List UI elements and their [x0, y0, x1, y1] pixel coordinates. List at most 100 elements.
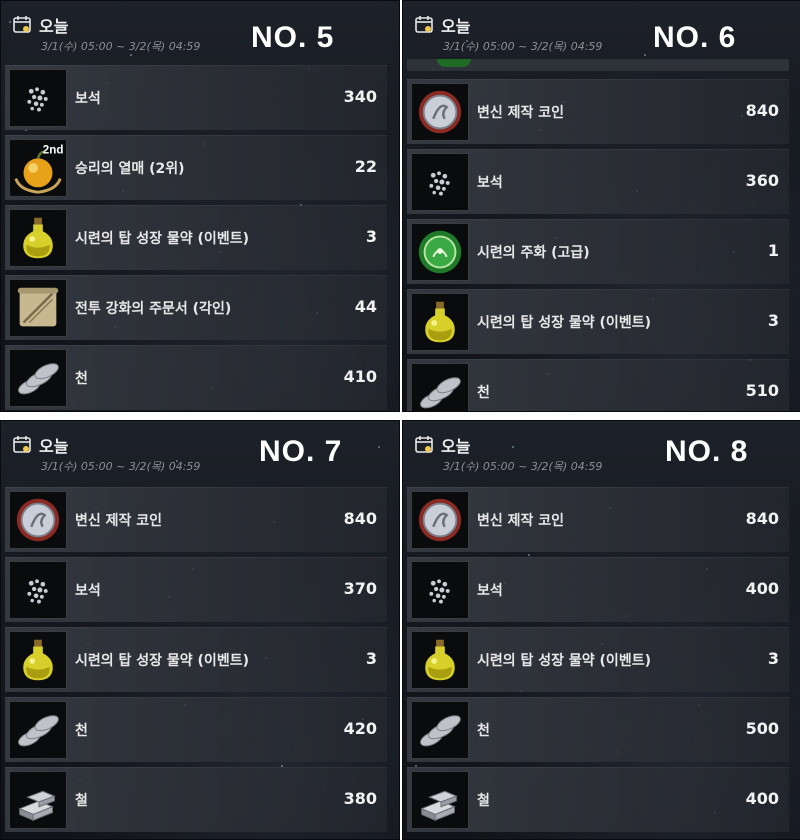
date-range: 3/1(수) 05:00 ~ 3/2(목) 04:59: [41, 40, 201, 53]
today-title: 오늘: [441, 17, 471, 36]
potion-icon: [9, 631, 67, 689]
item-name: 보석: [477, 583, 503, 599]
item-name: 시련의 주화 (고급): [477, 245, 590, 261]
transform-coin-icon: [411, 491, 469, 549]
item-name: 보석: [477, 175, 503, 191]
reward-row[interactable]: 시련의 탑 성장 물약 (이벤트) 3: [407, 289, 789, 354]
item-quantity: 340: [343, 87, 377, 106]
reward-row[interactable]: 시련의 탑 성장 물약 (이벤트) 3: [5, 205, 387, 270]
reward-row[interactable]: 천 410: [5, 345, 387, 410]
calendar-icon: [13, 15, 31, 33]
potion-icon: [411, 631, 469, 689]
calendar-icon: [13, 435, 31, 453]
potion-icon: [411, 293, 469, 351]
item-quantity: 370: [343, 579, 377, 598]
item-quantity: 420: [343, 719, 377, 738]
reward-list: 변신 제작 코인 840 보석 400 시련의 탑 성장 물약 (이벤트) 3 …: [407, 487, 789, 837]
item-quantity: 3: [767, 311, 779, 330]
reward-row[interactable]: 보석 360: [407, 149, 789, 214]
svg-text:2nd: 2nd: [43, 145, 64, 157]
item-quantity: 1: [767, 241, 779, 260]
trial-coin-icon: [437, 59, 471, 67]
item-name: 보석: [75, 583, 101, 599]
item-name: 전투 강화의 주문서 (각인): [75, 301, 232, 317]
reward-panel-no6: 오늘 3/1(수) 05:00 ~ 3/2(목) 04:59 NO. 6 변신 …: [402, 0, 800, 412]
item-name: 시련의 탑 성장 물약 (이벤트): [477, 653, 651, 669]
gems-icon: [411, 561, 469, 619]
gems-icon: [9, 561, 67, 619]
item-name: 시련의 탑 성장 물약 (이벤트): [477, 315, 651, 331]
item-quantity: 840: [745, 509, 779, 528]
reward-row[interactable]: 천 420: [5, 697, 387, 762]
reward-row[interactable]: 전투 강화의 주문서 (각인) 44: [5, 275, 387, 340]
item-quantity: 360: [745, 171, 779, 190]
item-quantity: 380: [343, 789, 377, 808]
item-quantity: 400: [745, 789, 779, 808]
partial-row-top: [407, 59, 789, 71]
cloth-icon: [411, 363, 469, 411]
reward-row[interactable]: 철 400: [407, 767, 789, 832]
gems-icon: [411, 153, 469, 211]
iron-icon: [9, 771, 67, 829]
item-quantity: 840: [343, 509, 377, 528]
reward-row[interactable]: 시련의 탑 성장 물약 (이벤트) 3: [407, 627, 789, 692]
item-quantity: 22: [354, 157, 377, 176]
panel-header: 오늘 3/1(수) 05:00 ~ 3/2(목) 04:59: [403, 1, 800, 61]
reward-row[interactable]: 시련의 주화 (고급) 1: [407, 219, 789, 284]
item-name: 변신 제작 코인: [477, 513, 565, 529]
reward-list: 보석 340 2nd 승리의 열매 (2위) 22 시련의 탑 성장 물약 (이…: [5, 65, 387, 411]
reward-row[interactable]: 천 500: [407, 697, 789, 762]
today-title: 오늘: [441, 437, 471, 456]
calendar-icon: [415, 435, 433, 453]
transform-coin-icon: [411, 83, 469, 141]
item-name: 철: [477, 793, 490, 809]
item-name: 변신 제작 코인: [477, 105, 565, 121]
item-name: 승리의 열매 (2위): [75, 161, 185, 177]
item-name: 시련의 탑 성장 물약 (이벤트): [75, 231, 249, 247]
iron-icon: [411, 771, 469, 829]
item-name: 천: [75, 723, 88, 739]
scroll-icon: [9, 279, 67, 337]
reward-row[interactable]: 2nd 승리의 열매 (2위) 22: [5, 135, 387, 200]
reward-row[interactable]: 보석 370: [5, 557, 387, 622]
date-range: 3/1(수) 05:00 ~ 3/2(목) 04:59: [41, 460, 201, 473]
reward-row[interactable]: 천 510: [407, 359, 789, 411]
reward-panel-no5: 오늘 3/1(수) 05:00 ~ 3/2(목) 04:59 NO. 5 보석 …: [0, 0, 400, 412]
item-quantity: 510: [745, 381, 779, 400]
cloth-icon: [411, 701, 469, 759]
cloth-icon: [9, 349, 67, 407]
reward-row[interactable]: 시련의 탑 성장 물약 (이벤트) 3: [5, 627, 387, 692]
panel-header: 오늘 3/1(수) 05:00 ~ 3/2(목) 04:59: [1, 1, 399, 61]
reward-row[interactable]: 변신 제작 코인 840: [5, 487, 387, 552]
victory-fruit-icon: 2nd: [9, 139, 67, 197]
reward-list: 변신 제작 코인 840 보석 370 시련의 탑 성장 물약 (이벤트) 3 …: [5, 487, 387, 837]
item-name: 변신 제작 코인: [75, 513, 163, 529]
panel-number-label: NO. 6: [653, 21, 737, 54]
calendar-icon: [415, 15, 433, 33]
panel-number-label: NO. 5: [251, 21, 335, 54]
item-name: 천: [75, 371, 88, 387]
reward-panel-no8: 오늘 3/1(수) 05:00 ~ 3/2(목) 04:59 NO. 8 변신 …: [402, 420, 800, 840]
item-name: 천: [477, 385, 490, 401]
cloth-icon: [9, 701, 67, 759]
reward-row[interactable]: 보석 400: [407, 557, 789, 622]
item-quantity: 3: [365, 649, 377, 668]
today-title: 오늘: [39, 17, 69, 36]
item-name: 철: [75, 793, 88, 809]
item-name: 천: [477, 723, 490, 739]
reward-row[interactable]: 변신 제작 코인 840: [407, 79, 789, 144]
gems-icon: [9, 69, 67, 127]
panel-number-label: NO. 7: [259, 435, 343, 468]
item-quantity: 44: [354, 297, 377, 316]
reward-row[interactable]: 보석 340: [5, 65, 387, 130]
item-quantity: 400: [745, 579, 779, 598]
potion-icon: [9, 209, 67, 267]
date-range: 3/1(수) 05:00 ~ 3/2(목) 04:59: [443, 40, 603, 53]
item-quantity: 3: [767, 649, 779, 668]
today-title: 오늘: [39, 437, 69, 456]
item-name: 보석: [75, 91, 101, 107]
reward-row[interactable]: 철 380: [5, 767, 387, 832]
item-quantity: 500: [745, 719, 779, 738]
reward-row[interactable]: 변신 제작 코인 840: [407, 487, 789, 552]
item-name: 시련의 탑 성장 물약 (이벤트): [75, 653, 249, 669]
